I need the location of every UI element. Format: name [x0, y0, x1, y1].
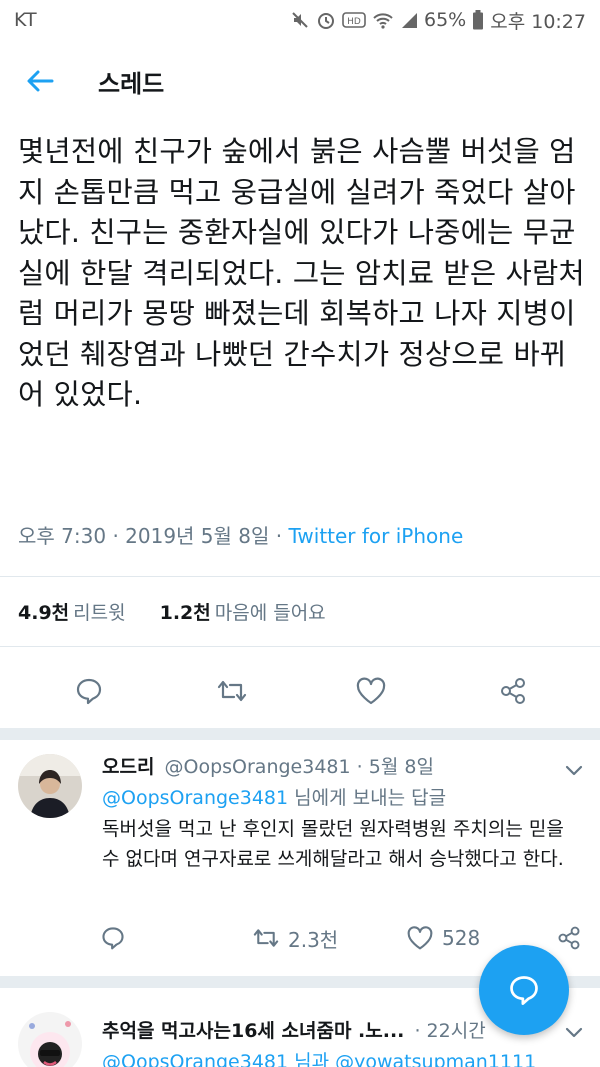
- retweets-stat[interactable]: 4.9천 리트윗: [18, 598, 126, 625]
- battery-percent: 65%: [424, 9, 467, 31]
- retweet-icon: [253, 929, 279, 947]
- retweets-label: 리트윗: [73, 602, 126, 624]
- mute-icon: [292, 12, 308, 28]
- reply-date: 5월 8일: [368, 756, 434, 778]
- section-divider: [0, 728, 600, 740]
- reply-to-suffix: 님에게 보내는 답글: [294, 787, 447, 809]
- reply-tweet[interactable]: 오드리 @OopsOrange3481 · 5월 8일 @OopsOrange3…: [0, 740, 600, 976]
- tweet-action-bar: [0, 666, 600, 716]
- heart-icon: [356, 677, 386, 705]
- reply-header: 오드리 @OopsOrange3481 · 5월 8일: [102, 752, 572, 779]
- reply-author-name[interactable]: 오드리: [102, 756, 154, 778]
- status-icons: HD 65% 오후 10:27: [290, 7, 586, 34]
- like-button[interactable]: [346, 666, 396, 716]
- alarm-icon: [318, 13, 334, 29]
- tweet-source-link[interactable]: Twitter for iPhone: [289, 524, 464, 548]
- battery-icon: [473, 10, 484, 30]
- share-icon: [501, 678, 525, 704]
- reply-text: 독버섯을 먹고 난 후인지 몰랐던 원자력병원 주치의는 믿을수 없다며 연구자…: [102, 818, 564, 870]
- reply-button[interactable]: [64, 666, 114, 716]
- retweet-icon: [217, 680, 247, 702]
- app-bar: 스레드: [0, 40, 600, 122]
- tweet-date: 2019년 5월 8일: [125, 524, 270, 548]
- meta-separator: ·: [356, 756, 369, 778]
- arrow-left-icon: [27, 70, 54, 92]
- wifi-icon: [373, 13, 393, 29]
- likes-count: 1.2천: [159, 602, 211, 624]
- heart-icon: [407, 926, 433, 950]
- svg-text:HD: HD: [347, 17, 361, 27]
- clock: 오후 10:27: [490, 10, 586, 33]
- divider: [0, 646, 600, 647]
- reply-retweet-count: 2.3천: [288, 927, 339, 952]
- tweet-text: 몇년전에 친구가 숲에서 붉은 사슴뿔 버섯을 엄지 손톱만큼 먹고 웅급실에 …: [18, 135, 585, 411]
- compose-reply-button[interactable]: [479, 945, 569, 1035]
- meta-separator: ·: [414, 1020, 427, 1042]
- replying-to: @OopsOrange3481 님에게 보내는 답글: [102, 783, 572, 810]
- reply-like-button[interactable]: 528: [406, 918, 480, 958]
- reply-share-button[interactable]: [556, 918, 582, 958]
- reply-like-count: 528: [442, 926, 481, 950]
- back-button[interactable]: [0, 40, 80, 122]
- status-bar: KT HD 65% 오후 10:27: [0, 0, 600, 40]
- reply-date: 22시간: [426, 1020, 486, 1042]
- avatar-image: [18, 754, 82, 818]
- retweets-count: 4.9천: [18, 602, 70, 624]
- reply-author-handle[interactable]: @OopsOrange3481: [165, 756, 351, 778]
- reply-retweet-button[interactable]: 2.3천: [252, 918, 338, 958]
- tweet-time: 오후 7:30: [18, 524, 107, 548]
- signal-icon: [402, 13, 417, 28]
- hd-icon: HD: [342, 12, 366, 28]
- carrier-label: KT: [14, 9, 37, 31]
- share-icon: [558, 926, 580, 950]
- tweet-stats: 4.9천 리트윗 1.2천 마음에 들어요: [18, 598, 326, 625]
- retweet-button[interactable]: [207, 666, 257, 716]
- page-title: 스레드: [98, 69, 165, 98]
- reply-icon: [510, 976, 538, 1005]
- replying-to[interactable]: @OopsOrange3481 님과 @yowatsupman1111: [102, 1047, 572, 1067]
- reply-body: 오드리 @OopsOrange3481 · 5월 8일 @OopsOrange3…: [102, 752, 572, 874]
- divider: [0, 576, 600, 577]
- share-button[interactable]: [488, 666, 538, 716]
- reply-to-handle[interactable]: @OopsOrange3481: [102, 787, 288, 809]
- reply-icon: [102, 927, 124, 950]
- chevron-down-icon[interactable]: [562, 1020, 586, 1044]
- reply-icon: [76, 678, 102, 705]
- reply-author-name[interactable]: 추억을 먹고사는16세 소녀줌마 .노...: [102, 1020, 404, 1042]
- avatar[interactable]: [18, 1012, 82, 1067]
- likes-label: 마음에 들어요: [214, 602, 326, 624]
- meta-separator: ·: [112, 524, 126, 548]
- avatar-image: [18, 1012, 82, 1067]
- likes-stat[interactable]: 1.2천 마음에 들어요: [160, 598, 326, 625]
- reply-reply-button[interactable]: [100, 918, 126, 958]
- chevron-down-icon[interactable]: [562, 758, 586, 782]
- avatar[interactable]: [18, 754, 82, 818]
- tweet-meta: 오후 7:30 · 2019년 5월 8일 · Twitter for iPho…: [18, 520, 463, 549]
- meta-separator: ·: [275, 524, 289, 548]
